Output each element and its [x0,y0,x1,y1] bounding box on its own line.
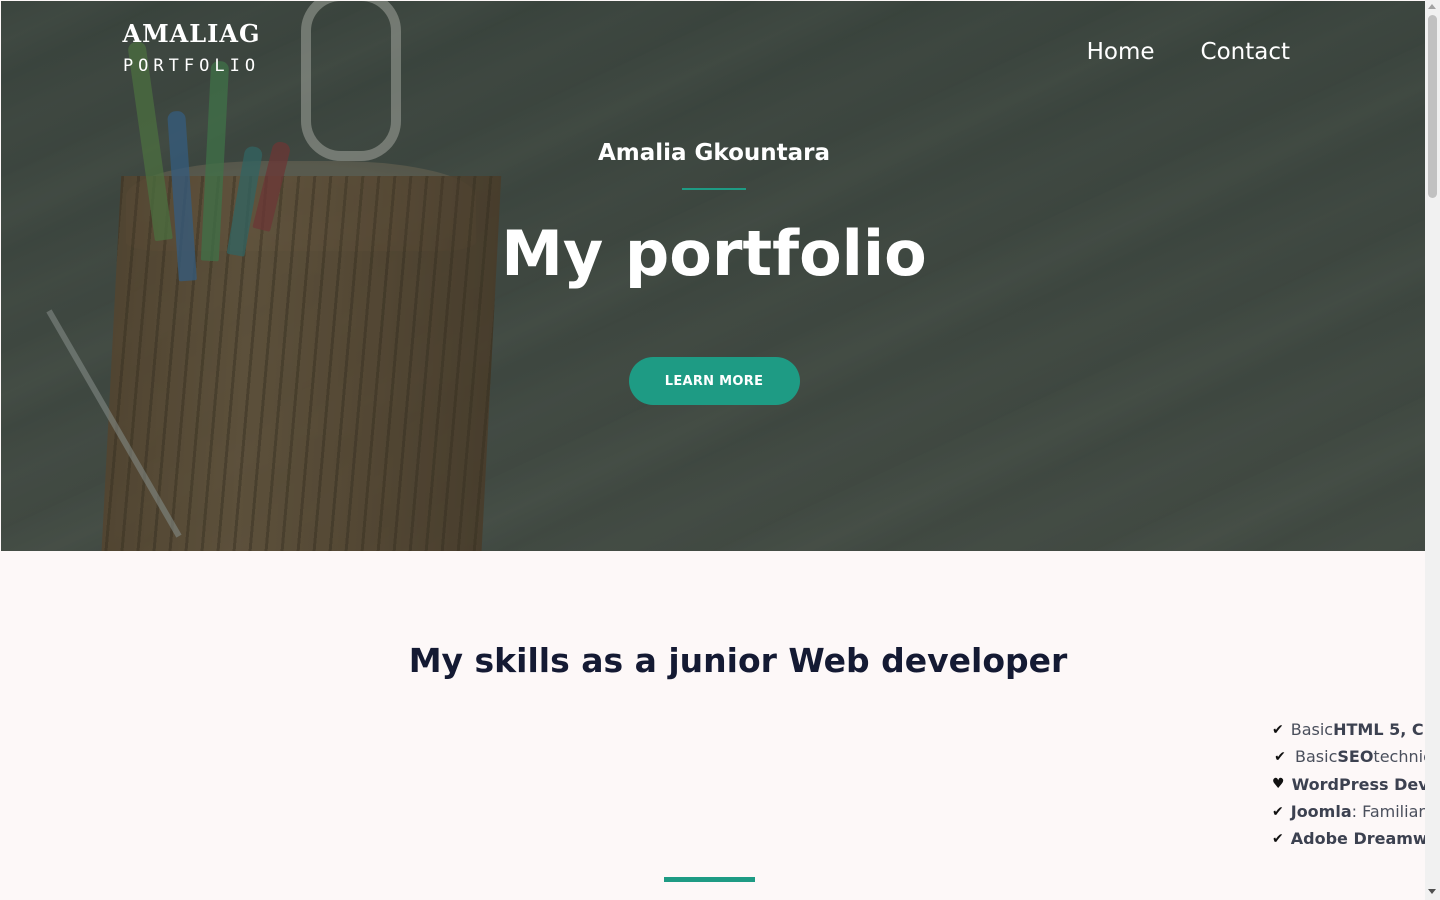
scroll-down-arrow-icon[interactable] [1428,889,1436,894]
hero-content: Amalia Gkountara My portfolio LEARN MORE [1,137,1425,405]
skill-bold: Adobe Dreamwe [1290,829,1425,849]
learn-more-button[interactable]: LEARN MORE [628,357,800,405]
nav-link-contact[interactable]: Contact [1201,37,1290,67]
skill-suffix: : Familiarit [1351,802,1425,822]
skill-bold: HTML 5, CS [1333,720,1425,740]
skill-prefix: Basic [1290,720,1334,740]
scrollbar-thumb[interactable] [1428,15,1437,198]
skill-bold: WordPress Devel [1291,774,1425,794]
skill-item: ✔ Adobe Dreamwe [1272,825,1425,852]
skill-bold: SEO [1337,747,1374,767]
skills-list: ✔ Basic HTML 5, CS ✔ Basic SEO technic ♥… [1272,716,1425,852]
hero-name: Amalia Gkountara [597,140,831,166]
check-icon: ✔ [1272,803,1284,820]
check-icon: ✔ [1272,721,1284,738]
hero-divider [682,188,746,190]
hero-title: My portfolio [501,217,927,290]
heart-icon: ♥ [1272,776,1285,793]
main-nav: Home Contact [1087,37,1290,67]
skills-heading: My skills as a junior Web developer [408,641,1068,681]
check-icon: ✔ [1272,830,1284,847]
skill-item: ♥ WordPress Devel [1272,771,1425,798]
logo-name: AMALIAG [122,19,261,48]
skill-item: ✔ Joomla: Familiarit [1272,798,1425,825]
check-icon: ✔ [1274,748,1286,765]
section-divider [664,877,755,882]
scroll-up-arrow-icon[interactable] [1428,4,1436,9]
site-logo[interactable]: AMALIAG PORTFOLIO [119,19,264,79]
hero-section: AMALIAG PORTFOLIO Home Contact Amalia Gk… [1,1,1425,551]
skill-item: ✔ Basic SEO technic [1272,743,1425,770]
logo-subtitle: PORTFOLIO [122,56,261,76]
vertical-scrollbar[interactable] [1425,0,1440,900]
skill-suffix: technic [1373,747,1425,767]
page: AMALIAG PORTFOLIO Home Contact Amalia Gk… [0,0,1425,900]
skill-item: ✔ Basic HTML 5, CS [1272,716,1425,743]
skill-bold: Joomla [1290,802,1352,822]
skill-prefix: Basic [1295,747,1338,767]
nav-link-home[interactable]: Home [1087,37,1155,67]
